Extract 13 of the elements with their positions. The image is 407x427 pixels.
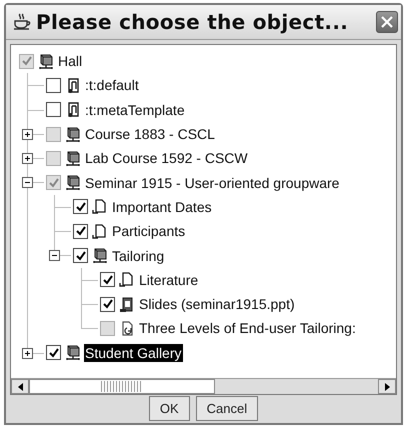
right-arrow-icon — [384, 382, 390, 390]
cancel-button[interactable]: Cancel — [196, 396, 258, 420]
window-title: Please choose the object... — [36, 10, 350, 34]
plus-icon — [23, 130, 32, 139]
scrollbar-thumb[interactable] — [29, 379, 215, 394]
plus-icon — [23, 154, 32, 164]
left-arrow-icon — [18, 382, 22, 390]
plus-icon — [23, 348, 32, 358]
coffee-cup-icon — [12, 12, 32, 32]
horizontal-scrollbar[interactable] — [11, 378, 396, 394]
ok-button[interactable]: OK — [148, 396, 190, 420]
close-icon — [380, 15, 394, 29]
close-button[interactable] — [376, 11, 398, 33]
